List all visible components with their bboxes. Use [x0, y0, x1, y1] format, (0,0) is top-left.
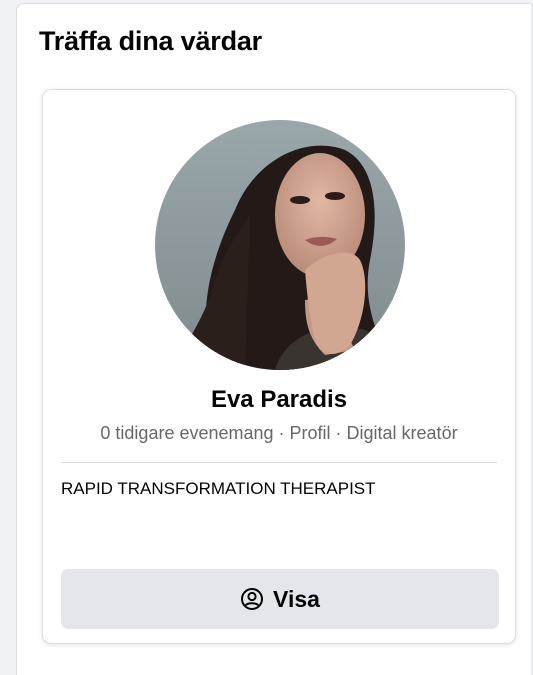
- host-bio: RAPID TRANSFORMATION THERAPIST: [61, 479, 376, 498]
- host-avatar[interactable]: [155, 120, 405, 370]
- section-title: Träffa dina värdar: [39, 26, 262, 56]
- host-card: Eva Paradis 0 tidigare evenemang · Profi…: [42, 89, 516, 644]
- view-button-label: Visa: [273, 585, 320, 612]
- view-button[interactable]: Visa: [61, 569, 499, 629]
- divider: [61, 462, 497, 463]
- hosts-panel: Träffa dina värdar Eva Paradis 0 tidigar…: [16, 3, 533, 675]
- host-name[interactable]: Eva Paradis: [43, 386, 515, 414]
- avatar-photo: [155, 120, 405, 370]
- host-meta: 0 tidigare evenemang · Profil · Digital …: [100, 423, 458, 443]
- user-circle-icon: [240, 587, 264, 611]
